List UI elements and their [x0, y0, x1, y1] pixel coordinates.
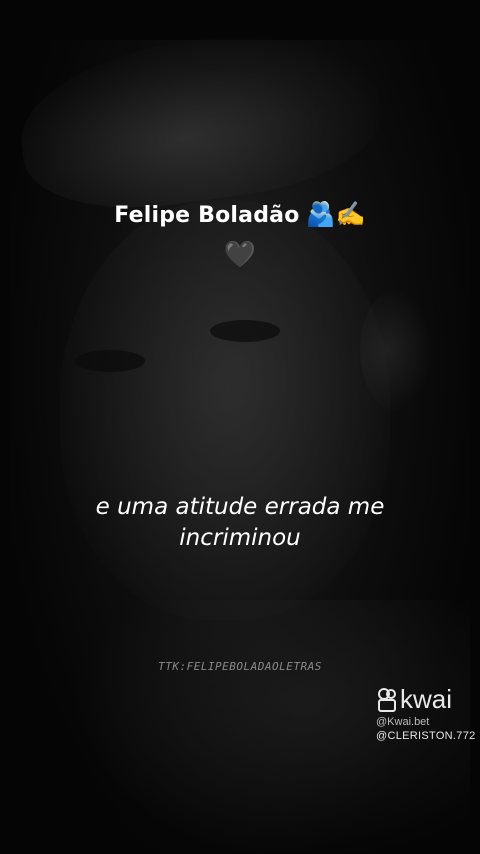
- video-title: Felipe Boladão 🫂✍️: [0, 200, 480, 228]
- kwai-watermark: kwai @Kwai.bet @CLERISTON.772: [376, 684, 476, 742]
- video-frame[interactable]: Felipe Boladão 🫂✍️ 🖤 e uma atitude errada…: [0, 0, 480, 854]
- creator-handle: @CLERISTON.772: [376, 730, 476, 742]
- ear-shape: [360, 290, 430, 410]
- black-heart-icon: 🖤: [223, 240, 257, 270]
- title-text: Felipe Boladão: [114, 203, 300, 228]
- lyrics-line-2: incriminou: [179, 525, 301, 551]
- kwai-user-id: @Kwai.bet: [376, 716, 430, 728]
- kwai-brand-text: kwai: [400, 684, 453, 714]
- kwai-logo: kwai: [376, 684, 476, 714]
- tiktok-handle: TTK:FELIPEBOLADAOLETRAS: [158, 660, 322, 673]
- lyrics-caption: e uma atitude errada me incriminou: [40, 492, 440, 554]
- kwai-camera-icon: [376, 688, 396, 712]
- lyrics-line-1: e uma atitude errada me: [95, 494, 385, 520]
- title-emojis: 🫂✍️: [305, 200, 366, 228]
